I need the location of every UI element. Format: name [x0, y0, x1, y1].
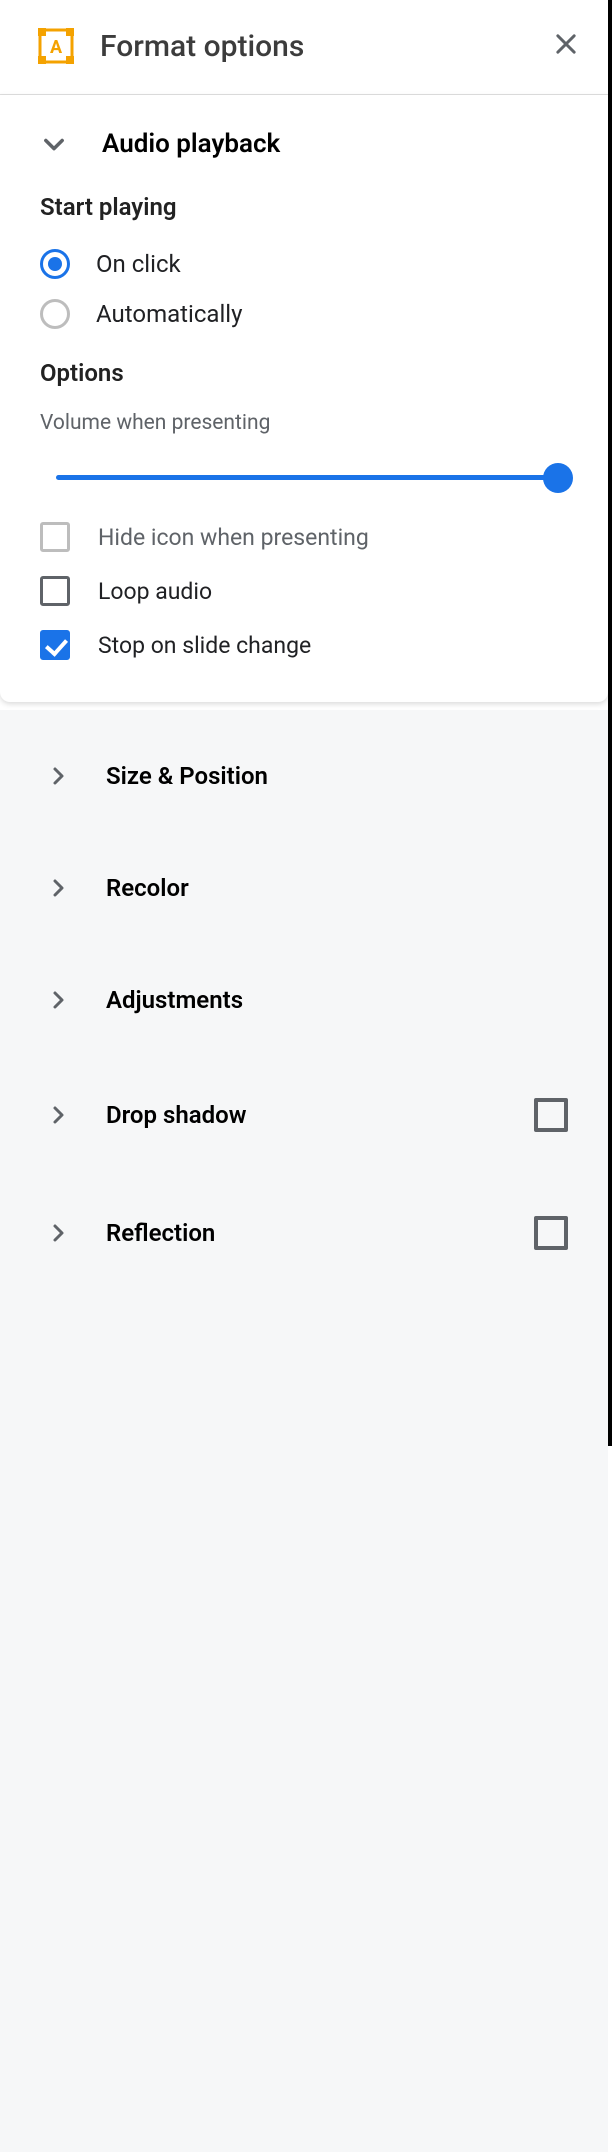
chevron-right-icon — [46, 876, 70, 900]
checkbox-unchecked-icon — [40, 522, 70, 552]
radio-icon-unselected — [40, 299, 70, 329]
radio-on-click[interactable]: On click — [0, 239, 608, 289]
section-adjustments[interactable]: Adjustments — [0, 944, 608, 1056]
audio-playback-header[interactable]: Audio playback — [0, 95, 608, 193]
drop-shadow-label: Drop shadow — [106, 1101, 498, 1129]
start-playing-label: Start playing — [0, 193, 608, 239]
panel-title: Format options — [100, 29, 526, 64]
volume-helper: Volume when presenting — [0, 405, 608, 445]
audio-playback-title: Audio playback — [102, 129, 280, 159]
chevron-right-icon — [46, 1221, 70, 1245]
radio-automatically-label: Automatically — [96, 300, 243, 328]
adjustments-label: Adjustments — [106, 986, 568, 1014]
drop-shadow-checkbox[interactable] — [534, 1098, 568, 1132]
size-position-label: Size & Position — [106, 762, 568, 790]
reflection-checkbox[interactable] — [534, 1216, 568, 1250]
reflection-label: Reflection — [106, 1219, 498, 1247]
format-textframe-icon: A — [38, 28, 74, 64]
radio-on-click-label: On click — [96, 250, 181, 278]
slider-thumb[interactable] — [543, 463, 573, 493]
svg-text:A: A — [50, 37, 63, 58]
panel-header: A Format options — [0, 0, 608, 95]
radio-automatically[interactable]: Automatically — [0, 289, 608, 339]
chevron-right-icon — [46, 764, 70, 788]
check-stop-on-change[interactable]: Stop on slide change — [0, 618, 608, 672]
section-drop-shadow[interactable]: Drop shadow — [0, 1056, 608, 1174]
chevron-right-icon — [46, 988, 70, 1012]
slider-track — [56, 475, 558, 480]
volume-slider[interactable] — [0, 445, 608, 510]
close-icon — [552, 30, 580, 58]
check-hide-icon[interactable]: Hide icon when presenting — [0, 510, 608, 564]
section-size-position[interactable]: Size & Position — [0, 720, 608, 832]
chevron-right-icon — [46, 1103, 70, 1127]
section-reflection[interactable]: Reflection — [0, 1174, 608, 1292]
check-loop-audio[interactable]: Loop audio — [0, 564, 608, 618]
section-recolor[interactable]: Recolor — [0, 832, 608, 944]
check-stop-on-change-label: Stop on slide change — [98, 632, 311, 659]
radio-icon-selected — [40, 249, 70, 279]
options-label: Options — [0, 339, 608, 405]
checkbox-checked-icon — [40, 630, 70, 660]
collapsed-sections: Size & Position Recolor Adjustments Drop… — [0, 710, 608, 2152]
chevron-down-icon — [40, 130, 68, 158]
audio-playback-section: Audio playback Start playing On click Au… — [0, 95, 608, 702]
checkbox-unchecked-icon — [40, 576, 70, 606]
close-button[interactable] — [552, 30, 580, 62]
check-hide-icon-label: Hide icon when presenting — [98, 524, 369, 551]
check-loop-audio-label: Loop audio — [98, 578, 212, 605]
recolor-label: Recolor — [106, 874, 568, 902]
